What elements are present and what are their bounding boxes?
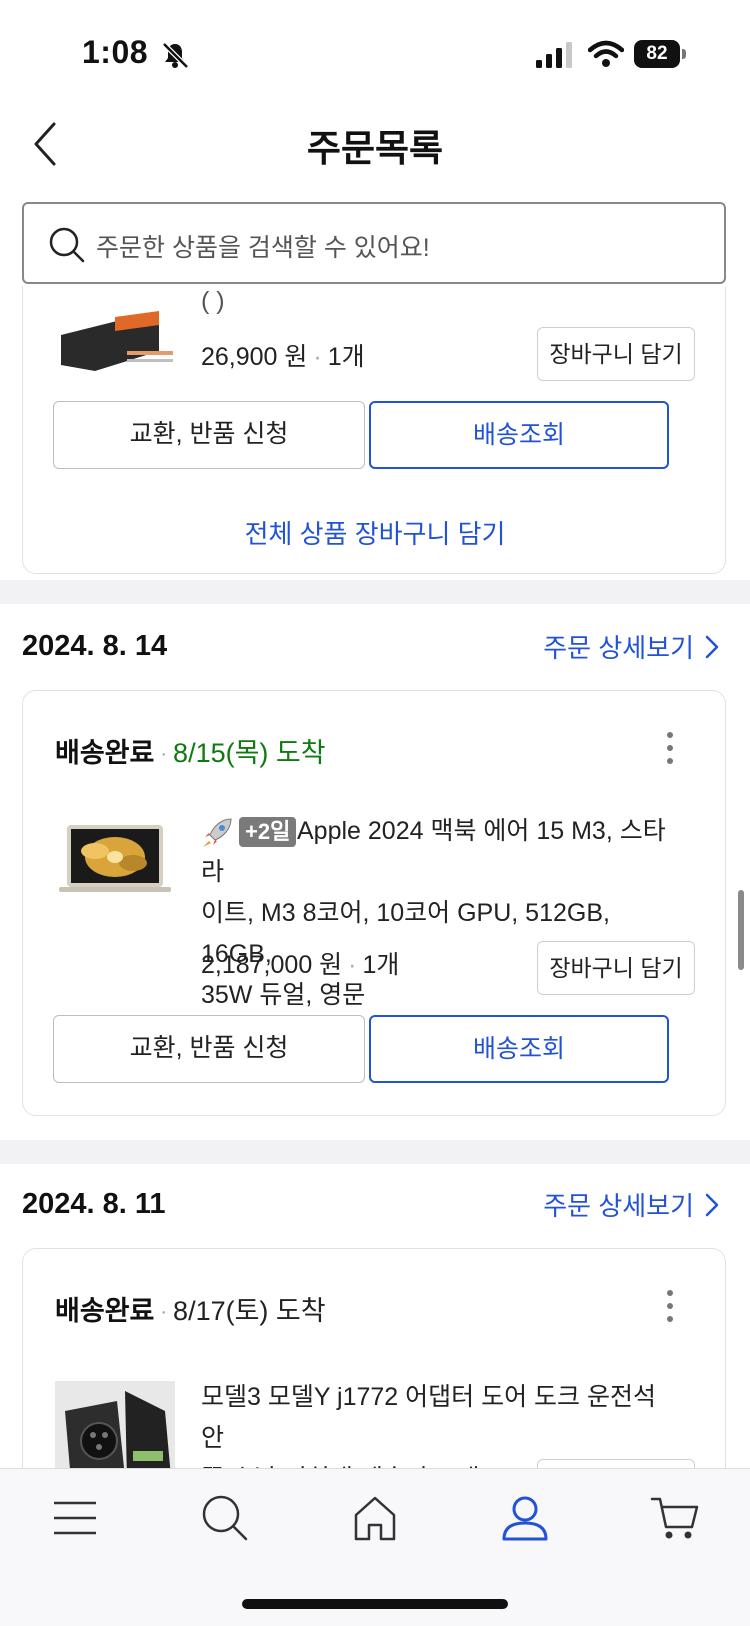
order-detail-link[interactable]: 주문 상세보기	[543, 628, 720, 665]
separator-dot: ·	[348, 951, 357, 979]
quantity: 1개	[327, 343, 365, 371]
order-date: 2024. 8. 11	[22, 1188, 166, 1220]
quantity: 1개	[362, 951, 400, 979]
scrollbar[interactable]	[738, 890, 744, 970]
delivery-status-row: 배송완료 · 8/17(토) 도착	[55, 1289, 326, 1328]
battery-cap	[682, 49, 686, 59]
price-line: 2,187,000 원 · 1개	[201, 945, 399, 981]
battery-indicator: 82	[634, 40, 686, 68]
order-card: 배송완료 · 8/17(토) 도착 모델3 모델Y j1772 어댑터 도어 도크 …	[22, 1248, 726, 1468]
order-card-prev-clip: ( ) 26,900 원 · 1개 장바구니 담기 교환, 반품 신청 배송조회 전…	[0, 286, 750, 576]
exchange-return-button[interactable]: 교환, 반품 신청	[53, 401, 365, 469]
more-options-icon[interactable]	[665, 731, 675, 765]
arrival-date: 8/15(목) 도착	[173, 738, 326, 768]
product-thumbnail-prev[interactable]	[55, 287, 175, 387]
delivery-status: 배송완료	[55, 738, 155, 768]
product-thumbnail-adapter-dock[interactable]	[55, 1381, 175, 1468]
search-input[interactable]: 주문한 상품을 검색할 수 있어요!	[22, 202, 726, 284]
price: 2,187,000 원	[201, 951, 343, 979]
product-name-partial: ( )	[201, 287, 225, 315]
status-time: 1:08	[82, 34, 149, 70]
order-card: 배송완료 · 8/15(목) 도착 +2일 Apple 2024 맥북 에어 15 …	[22, 690, 726, 1116]
chevron-right-icon	[705, 635, 719, 658]
product-name-line-1: 모델3 모델Y j1772 어댑터 도어 도크 운전석 안	[201, 1383, 656, 1452]
more-options-icon[interactable]	[665, 1289, 675, 1323]
exchange-return-button[interactable]: 교환, 반품 신청	[53, 1015, 365, 1083]
wifi-icon	[588, 40, 624, 67]
section-divider	[0, 1140, 750, 1164]
delivery-status-row: 배송완료 · 8/15(목) 도착	[55, 731, 326, 770]
user-icon[interactable]	[500, 1493, 550, 1543]
order-date: 2024. 8. 14	[22, 630, 168, 662]
track-delivery-button[interactable]: 배송조회	[369, 1015, 669, 1083]
order-detail-label: 주문 상세보기	[543, 1191, 694, 1221]
section-divider	[0, 580, 750, 604]
price-line: 26,900 원 · 1개	[201, 337, 365, 373]
order-detail-label: 주문 상세보기	[543, 633, 694, 663]
menu-icon[interactable]	[50, 1493, 100, 1543]
search-icon[interactable]	[200, 1493, 250, 1543]
page-title: 주문목록	[306, 128, 444, 169]
status-bar: 1:08 82	[0, 0, 750, 100]
bottom-navigation	[0, 1468, 750, 1626]
bell-muted-icon	[162, 42, 189, 69]
cart-icon[interactable]	[650, 1493, 700, 1543]
add-all-to-cart-link[interactable]: 전체 상품 장바구니 담기	[0, 514, 750, 551]
order-detail-link[interactable]: 주문 상세보기	[543, 1186, 720, 1223]
product-thumbnail-macbook[interactable]	[55, 807, 175, 907]
add-to-cart-button[interactable]	[537, 1459, 695, 1468]
header: 주문목록	[0, 100, 750, 190]
order-card-clip: 배송완료 · 8/17(토) 도착 모델3 모델Y j1772 어댑터 도어 도크 …	[0, 1248, 750, 1468]
separator-dot: ·	[160, 743, 168, 766]
track-delivery-button[interactable]: 배송조회	[369, 401, 669, 469]
search-icon	[49, 227, 85, 263]
search-placeholder: 주문한 상품을 검색할 수 있어요!	[96, 234, 430, 262]
home-icon[interactable]	[350, 1493, 400, 1543]
separator-dot: ·	[160, 1301, 168, 1324]
add-to-cart-button[interactable]: 장바구니 담기	[537, 941, 695, 995]
delivery-status: 배송완료	[55, 1296, 155, 1326]
add-to-cart-button[interactable]: 장바구니 담기	[537, 327, 695, 381]
chevron-right-icon	[705, 1193, 719, 1216]
battery-level: 82	[634, 40, 680, 68]
home-indicator	[242, 1599, 508, 1609]
arrival-date: 8/17(토) 도착	[173, 1296, 326, 1326]
separator-dot: ·	[313, 343, 322, 371]
product-name-line-1: Apple 2024 맥북 에어 15 M3, 스타라	[201, 817, 666, 886]
product-name[interactable]: 모델3 모델Y j1772 어댑터 도어 도크 운전석 안 쪽 수납 거치대 테…	[201, 1377, 681, 1468]
signal-icon	[536, 42, 572, 68]
price: 26,900 원	[201, 343, 308, 371]
